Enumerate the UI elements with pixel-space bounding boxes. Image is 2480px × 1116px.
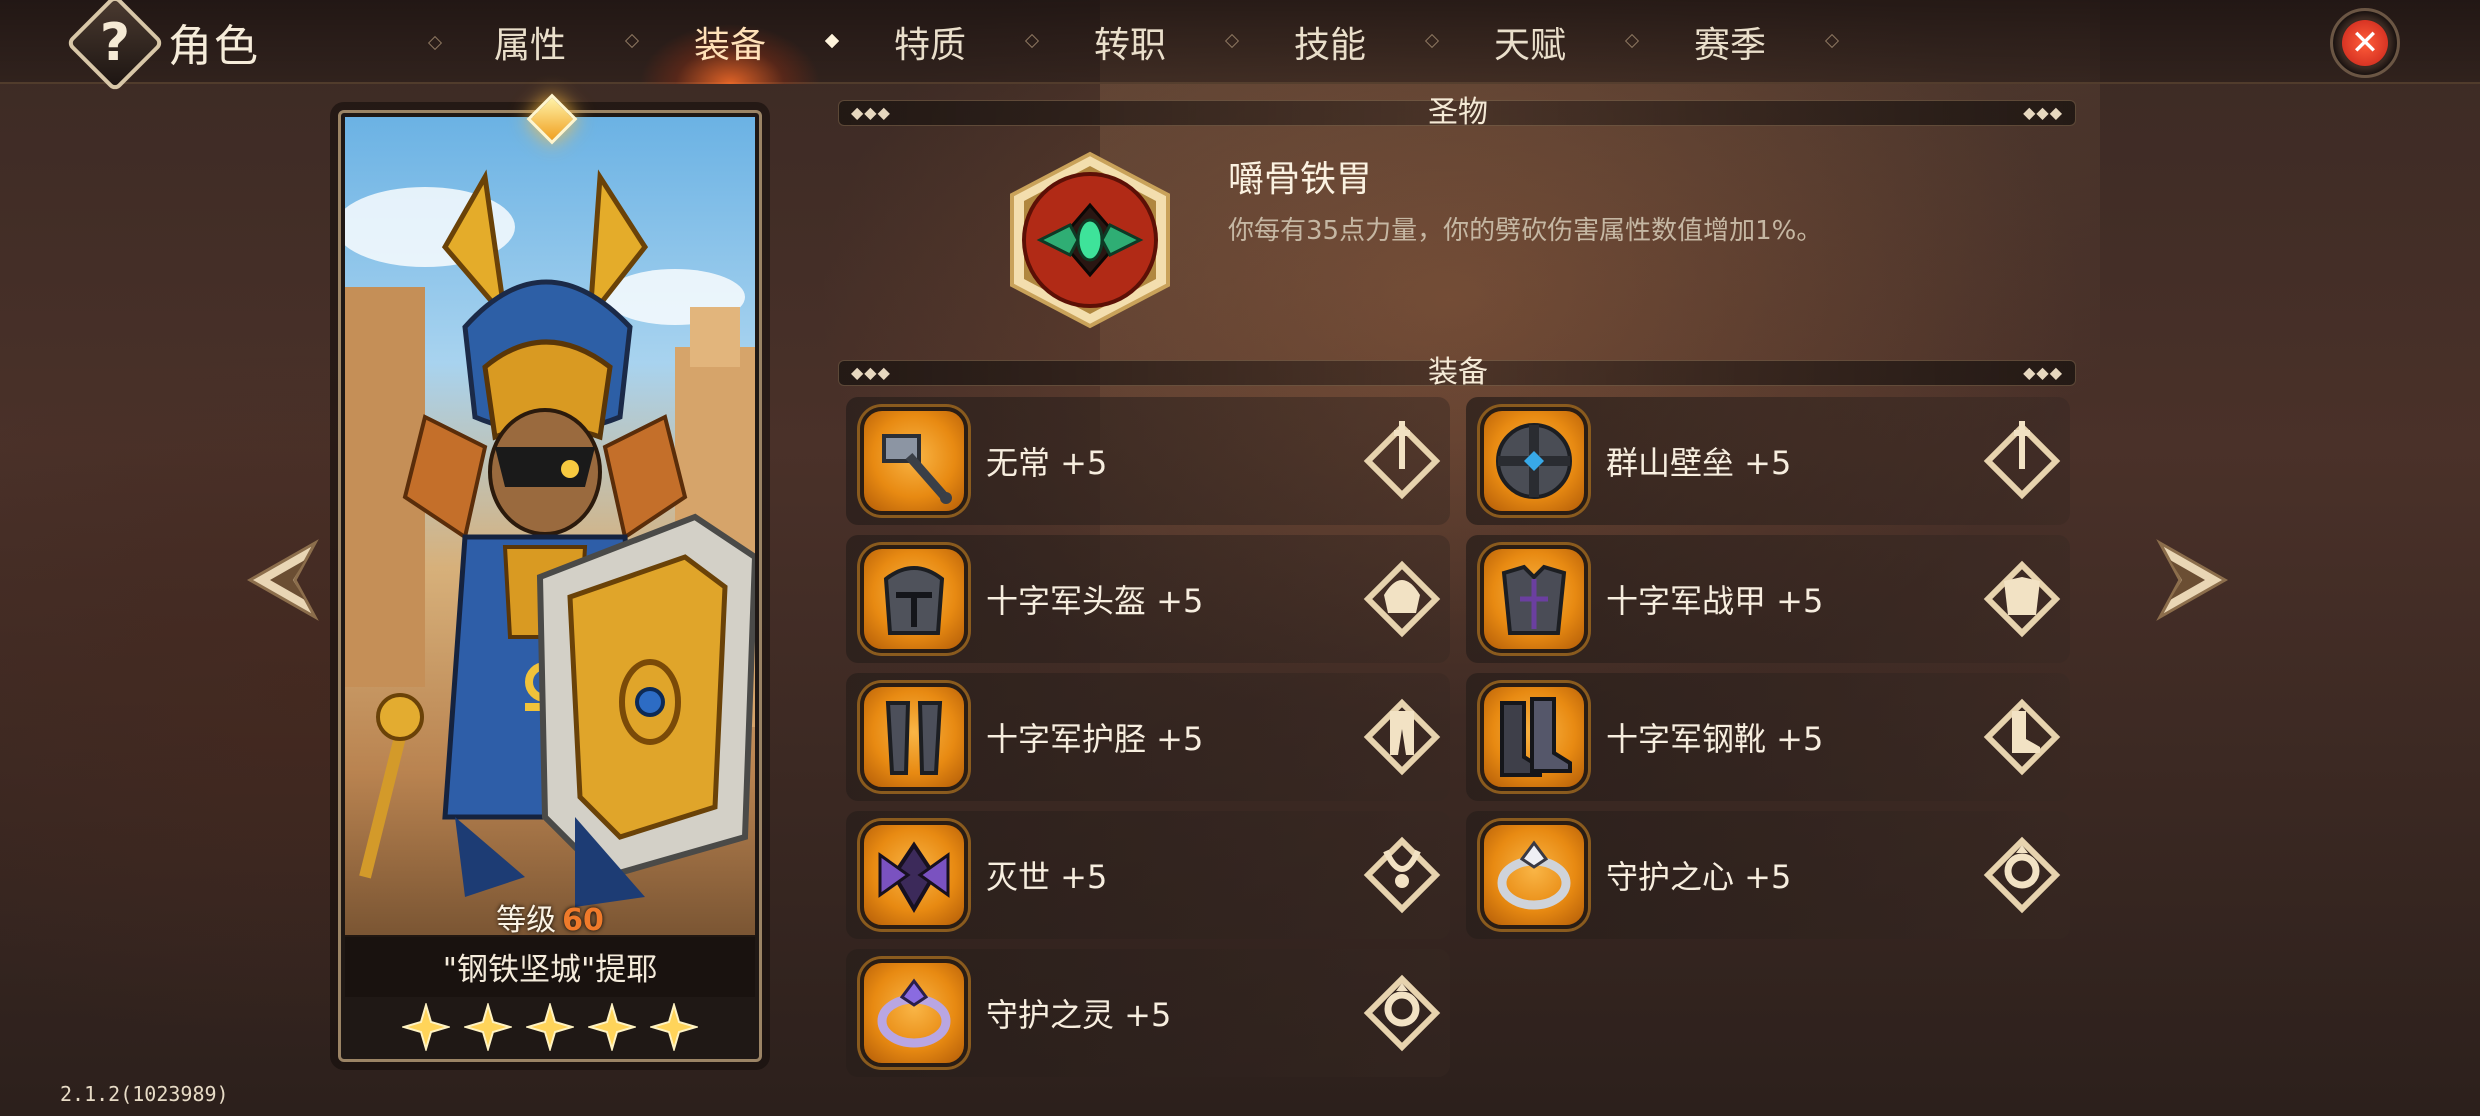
equipment-name: 十字军钢靴 +5 (1606, 720, 1824, 758)
equipment-section-header: ◆◆◆ ◆◆◆ 装备 (838, 355, 2076, 390)
tab-class-change[interactable]: 转职 (1030, 0, 1240, 84)
shield-icon (1480, 407, 1588, 515)
close-button[interactable]: ✕ (2330, 8, 2400, 78)
tab-attributes[interactable]: 属性 (430, 0, 640, 84)
tab-skills[interactable]: 技能 (1230, 0, 1440, 84)
level-value: 60 (562, 903, 604, 938)
armor-icon (1480, 545, 1588, 653)
equipment-slot-ring-2[interactable]: 守护之灵 +5 (846, 949, 1450, 1077)
ring-icon (860, 959, 968, 1067)
equipment-name: 十字军护胫 +5 (986, 720, 1204, 758)
ring-slot-icon (1983, 836, 2061, 914)
hammer-icon (860, 407, 968, 515)
equipment-slot-necklace[interactable]: 灭世 +5 (846, 811, 1450, 939)
star-icon (650, 1003, 698, 1051)
star-rating (341, 1003, 759, 1051)
star-icon (464, 1003, 512, 1051)
equipment-name: 十字军战甲 +5 (1606, 582, 1824, 620)
equipment-name: 守护之心 +5 (1606, 858, 1792, 896)
question-mark-icon[interactable]: ? (80, 8, 150, 78)
ring-icon (1480, 821, 1588, 929)
helmet-slot-icon (1363, 560, 1441, 638)
equipment-slot-legs[interactable]: 十字军护胫 +5 (846, 673, 1450, 801)
tab-traits[interactable]: 特质 (830, 0, 1040, 84)
equipment-slot-weapon[interactable]: 无常 +5 (846, 397, 1450, 525)
star-icon (588, 1003, 636, 1051)
hero-illustration (345, 169, 755, 907)
equipment-slot-helmet[interactable]: 十字军头盔 +5 (846, 535, 1450, 663)
boots-icon (1480, 683, 1588, 791)
hero-level: 等级 60 (341, 895, 759, 939)
equipment-slot-ring-1[interactable]: 守护之心 +5 (1466, 811, 2070, 939)
offhand-slot-icon (1983, 421, 2061, 500)
boots-slot-icon (1983, 698, 2061, 776)
relic-section-title: 圣物 (1428, 95, 1488, 130)
weapon-slot-icon (1363, 421, 1441, 500)
previous-hero-arrow-icon[interactable] (245, 535, 335, 625)
amulet-icon (860, 821, 968, 929)
armor-slot-icon (1983, 560, 2061, 638)
necklace-slot-icon (1363, 836, 1441, 914)
relic-description: 你每有35点力量，你的劈砍伤害属性数值增加1%。 (1228, 216, 1823, 246)
tab-season[interactable]: 赛季 (1630, 0, 1840, 84)
helmet-icon (860, 545, 968, 653)
next-hero-arrow-icon[interactable] (2140, 535, 2230, 625)
tab-label: 装备 (693, 25, 766, 66)
tab-label: 天赋 (1493, 25, 1566, 66)
greaves-icon (860, 683, 968, 791)
star-icon (526, 1003, 574, 1051)
ring-slot-icon (1363, 974, 1441, 1052)
legs-slot-icon (1363, 698, 1441, 776)
hero-card[interactable]: 等级 60 "钢铁坚城"提耶 (338, 93, 762, 1062)
equipment-name: 守护之灵 +5 (986, 996, 1172, 1034)
tab-label: 技能 (1293, 25, 1366, 66)
tab-label: 属性 (493, 25, 566, 66)
star-icon (402, 1003, 450, 1051)
equipment-slot-offhand[interactable]: 群山壁垒 +5 (1466, 397, 2070, 525)
tab-talents[interactable]: 天赋 (1430, 0, 1640, 84)
tab-label: 赛季 (1693, 25, 1766, 66)
tab-equipment[interactable]: 装备 (630, 0, 840, 84)
tab-label: 转职 (1093, 25, 1166, 66)
relic-name: 嚼骨铁胃 (1228, 159, 1373, 200)
equipment-slot-boots[interactable]: 十字军钢靴 +5 (1466, 673, 2070, 801)
close-icon[interactable]: ✕ (2342, 20, 2388, 66)
tab-bar: 属性 装备 特质 转职 技能 天赋 赛季 (430, 0, 1840, 84)
level-label: 等级 (496, 903, 557, 938)
equipment-name: 灭世 +5 (986, 858, 1108, 896)
equipment-name: 群山壁垒 +5 (1606, 444, 1792, 482)
equipment-name: 无常 +5 (986, 444, 1108, 482)
version-label: 2.1.2(1023989) (60, 1082, 229, 1106)
equipment-name: 十字军头盔 +5 (986, 582, 1204, 620)
equipment-section-title: 装备 (1428, 355, 1488, 390)
page-title: 角色 (168, 21, 260, 72)
equipment-slot-armor[interactable]: 十字军战甲 +5 (1466, 535, 2070, 663)
relic-icon[interactable] (1000, 150, 1180, 330)
hero-portrait (345, 117, 755, 937)
hero-name: "钢铁坚城"提耶 (345, 935, 755, 997)
tab-label: 特质 (893, 25, 966, 66)
relic-section-header: ◆◆◆ ◆◆◆ 圣物 (838, 95, 2076, 130)
